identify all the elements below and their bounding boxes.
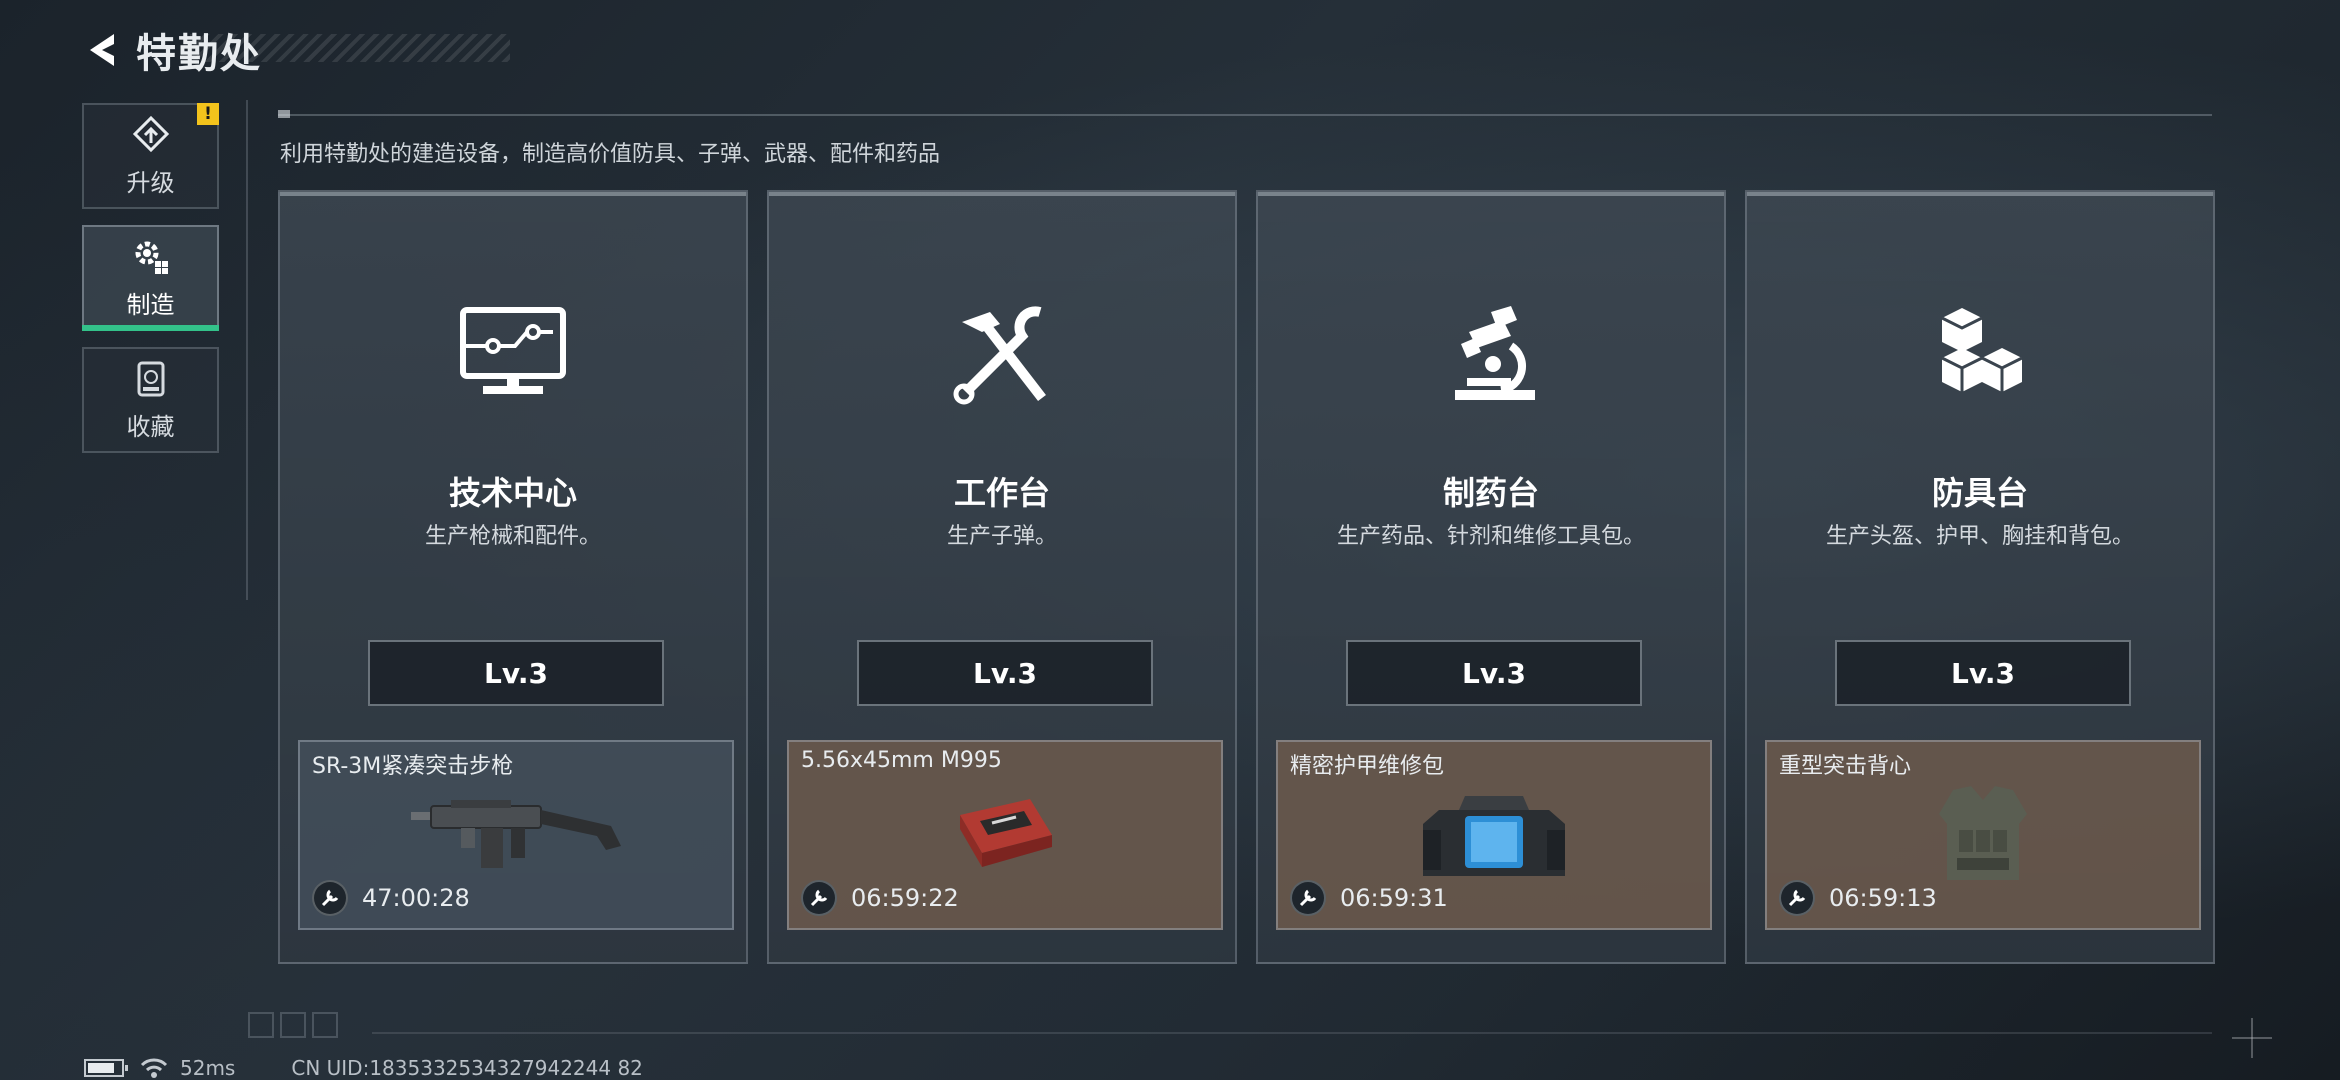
- gear-craft-icon: [135, 241, 168, 274]
- station-description: 生产头盔、护甲、胸挂和背包。: [1825, 524, 2134, 549]
- sidebar-item-craft[interactable]: 制造: [82, 225, 219, 331]
- sidebar-divider: [246, 100, 248, 600]
- rifle-image: [411, 800, 621, 868]
- collection-icon: [137, 361, 164, 396]
- back-button[interactable]: [80, 26, 128, 74]
- ammo-box-image: [960, 799, 1052, 867]
- station-title: 工作台: [953, 474, 1050, 512]
- level-button[interactable]: Lv.3: [368, 640, 664, 706]
- station-title: 技术中心: [448, 474, 577, 512]
- production-timer: 47:00:28: [362, 884, 470, 912]
- production-timer: 06:59:31: [1340, 884, 1448, 912]
- microscope-icon: [1455, 306, 1535, 400]
- wrench-timer-icon: [801, 880, 837, 916]
- upgrade-icon: [132, 115, 169, 152]
- level-button[interactable]: Lv.3: [857, 640, 1153, 706]
- sidebar-item-label: 收藏: [126, 412, 175, 441]
- station-card-armor[interactable]: 防具台 生产头盔、护甲、胸挂和背包。 Lv.3 重型突击背心 06:59:13: [1745, 190, 2215, 964]
- level-button[interactable]: Lv.3: [1346, 640, 1642, 706]
- station-card-pharmacy[interactable]: 制药台 生产药品、针剂和维修工具包。 Lv.3 精密护甲维修包 06:59:31: [1256, 190, 1726, 964]
- production-slot[interactable]: 精密护甲维修包 06:59:31: [1276, 740, 1712, 930]
- sidebar: ! 升级 制造 收藏: [82, 103, 220, 469]
- production-timer: 06:59:22: [851, 884, 959, 912]
- top-divider-tick: [278, 110, 290, 118]
- battery-icon: [84, 1059, 128, 1077]
- sidebar-item-label: 升级: [126, 168, 175, 197]
- production-timer: 06:59:13: [1829, 884, 1937, 912]
- wrench-timer-icon: [312, 880, 348, 916]
- wrench-timer-icon: [1779, 880, 1815, 916]
- back-arrow-icon: [90, 34, 114, 66]
- station-title: 防具台: [1931, 474, 2028, 512]
- production-slot[interactable]: 重型突击背心 06:59:13: [1765, 740, 2201, 930]
- crosshair-decoration: [2232, 1018, 2272, 1058]
- station-card-workbench[interactable]: 工作台 生产子弹。 Lv.3 5.56x45mm M995 06:59:22: [767, 190, 1237, 964]
- sidebar-item-upgrade[interactable]: ! 升级: [82, 103, 219, 209]
- sidebar-item-label: 制造: [126, 290, 175, 319]
- status-bar: 52ms CN UID:1835332534327942244 82: [84, 1056, 643, 1080]
- product-name: 精密护甲维修包: [1290, 754, 1445, 779]
- bottom-decoration: [248, 1012, 338, 1038]
- title-decoration: [190, 34, 510, 62]
- repair-bag-image: [1423, 796, 1565, 876]
- station-title: 制药台: [1442, 474, 1539, 512]
- top-divider: [278, 114, 2212, 116]
- product-name: SR-3M紧凑突击步枪: [312, 754, 514, 779]
- vest-image: [1939, 786, 2027, 880]
- product-name: 5.56x45mm M995: [801, 748, 1002, 773]
- page-subtitle: 利用特勤处的建造设备，制造高价值防具、子弹、武器、配件和药品: [280, 142, 941, 167]
- production-slot[interactable]: SR-3M紧凑突击步枪 47:00:28: [298, 740, 734, 930]
- product-name: 重型突击背心: [1779, 754, 1912, 779]
- hammer-wrench-icon: [953, 306, 1046, 405]
- station-card-tech-center[interactable]: 技术中心 生产枪械和配件。 Lv.3 SR-3M紧凑突击步枪 47:00:28: [278, 190, 748, 964]
- ping-value: 52ms: [180, 1056, 236, 1080]
- wifi-icon: [140, 1058, 168, 1078]
- station-description: 生产子弹。: [946, 524, 1057, 549]
- wrench-timer-icon: [1290, 880, 1326, 916]
- production-slot[interactable]: 5.56x45mm M995 06:59:22: [787, 740, 1223, 930]
- user-uid: CN UID:1835332534327942244 82: [291, 1056, 643, 1080]
- station-description: 生产枪械和配件。: [424, 524, 601, 549]
- bottom-divider: [372, 1032, 2212, 1034]
- cubes-icon: [1941, 308, 2023, 392]
- warning-badge: !: [197, 103, 219, 125]
- sidebar-item-collection[interactable]: 收藏: [82, 347, 219, 453]
- level-button[interactable]: Lv.3: [1835, 640, 2131, 706]
- station-description: 生产药品、针剂和维修工具包。: [1336, 524, 1645, 549]
- monitor-circuit-icon: [460, 307, 566, 394]
